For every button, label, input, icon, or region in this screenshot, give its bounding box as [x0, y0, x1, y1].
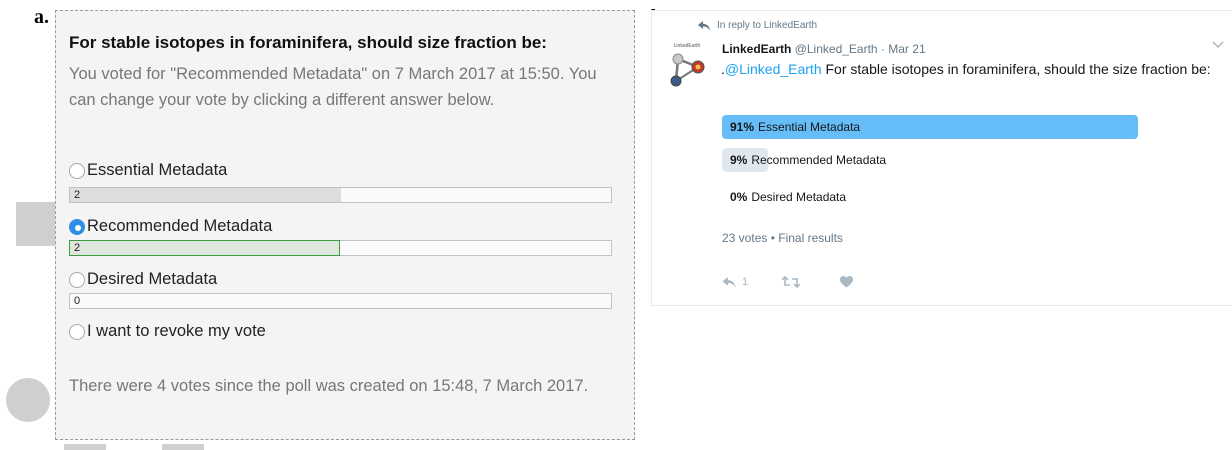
tweet-poll-percent: 0% — [730, 190, 748, 204]
tweet-text-body: For stable isotopes in foraminifera, sho… — [821, 61, 1211, 77]
poll-question: For stable isotopes in foraminifera, sho… — [69, 33, 547, 52]
tweet-text: .@Linked_Earth For stable isotopes in fo… — [721, 60, 1211, 78]
poll-result-bar: 2 — [69, 187, 612, 203]
reply-arrow-icon — [698, 20, 710, 30]
tweet-poll-option: 9% Recommended Metadata — [722, 148, 1179, 172]
reply-context-text: In reply to LinkedEarth — [717, 20, 818, 31]
retweet-icon — [782, 276, 801, 288]
tweet-poll-percent: 91% — [730, 120, 755, 134]
like-button[interactable] — [840, 276, 859, 288]
poll-option-recommended[interactable]: Recommended Metadata — [69, 217, 272, 236]
tweet-poll-label: Desired Metadata — [751, 190, 847, 204]
poll-vote-count: 0 — [74, 295, 81, 307]
radio-button[interactable] — [69, 271, 85, 288]
mention-link[interactable]: @Linked_Earth — [725, 61, 822, 77]
poll-vote-count: 2 — [74, 242, 81, 254]
radio-button[interactable] — [69, 162, 85, 179]
radio-button[interactable] — [69, 323, 85, 340]
chevron-down-icon[interactable] — [1212, 41, 1224, 49]
poll-option-label: I want to revoke my vote — [87, 322, 266, 340]
panel-label-a: a. — [34, 6, 49, 28]
wiki-poll-panel: For stable isotopes in foraminifera, sho… — [55, 10, 635, 440]
poll-result-bar: 0 — [69, 293, 612, 309]
tweet-poll-option: 91% Essential Metadata — [722, 115, 1179, 139]
background-decoration — [6, 378, 50, 422]
avatar-logo-text: LinkedEarth — [674, 43, 701, 49]
poll-vote-info: You voted for "Recommended Metadata" on … — [69, 65, 597, 109]
reply-context[interactable]: In reply to LinkedEarth — [698, 20, 817, 31]
reply-icon — [722, 276, 736, 287]
avatar[interactable]: LinkedEarth — [664, 41, 710, 93]
poll-option-label: Recommended Metadata — [87, 217, 273, 235]
poll-result-fill — [70, 188, 341, 202]
poll-option-label: Desired Metadata — [87, 270, 218, 288]
tweet-poll-label: Recommended Metadata — [751, 153, 887, 167]
radio-button-selected[interactable] — [69, 218, 85, 235]
poll-option-label: Essential Metadata — [87, 161, 228, 179]
poll-option-essential[interactable]: Essential Metadata — [69, 161, 227, 180]
tweet-card: In reply to LinkedEarth LinkedEarth Link… — [651, 10, 1232, 306]
tweet-poll-label: Essential Metadata — [758, 120, 861, 134]
reply-button[interactable]: 1 — [722, 276, 748, 288]
background-decoration — [162, 444, 204, 450]
retweet-button[interactable] — [782, 276, 806, 288]
poll-result-bar: 2 — [69, 240, 612, 256]
background-decoration — [64, 444, 106, 450]
display-name[interactable]: LinkedEarth — [722, 42, 791, 56]
reply-count: 1 — [742, 276, 749, 288]
like-heart-icon — [840, 276, 854, 288]
poll-option-desired[interactable]: Desired Metadata — [69, 270, 217, 289]
poll-vote-count: 2 — [74, 189, 81, 201]
tweet-poll-option: 0% Desired Metadata — [722, 185, 1179, 209]
poll-summary: There were 4 votes since the poll was cr… — [69, 377, 589, 395]
tweet-poll-footer: 23 votes • Final results — [722, 231, 843, 245]
tweet-header: LinkedEarth @Linked_Earth · Mar 21 — [722, 42, 926, 56]
handle-and-date: @Linked_Earth · Mar 21 — [794, 42, 926, 56]
tweet-poll-percent: 9% — [730, 153, 748, 167]
poll-result-fill — [69, 240, 340, 256]
poll-option-revoke[interactable]: I want to revoke my vote — [69, 322, 266, 341]
tweet-actions: 1 — [722, 276, 893, 288]
